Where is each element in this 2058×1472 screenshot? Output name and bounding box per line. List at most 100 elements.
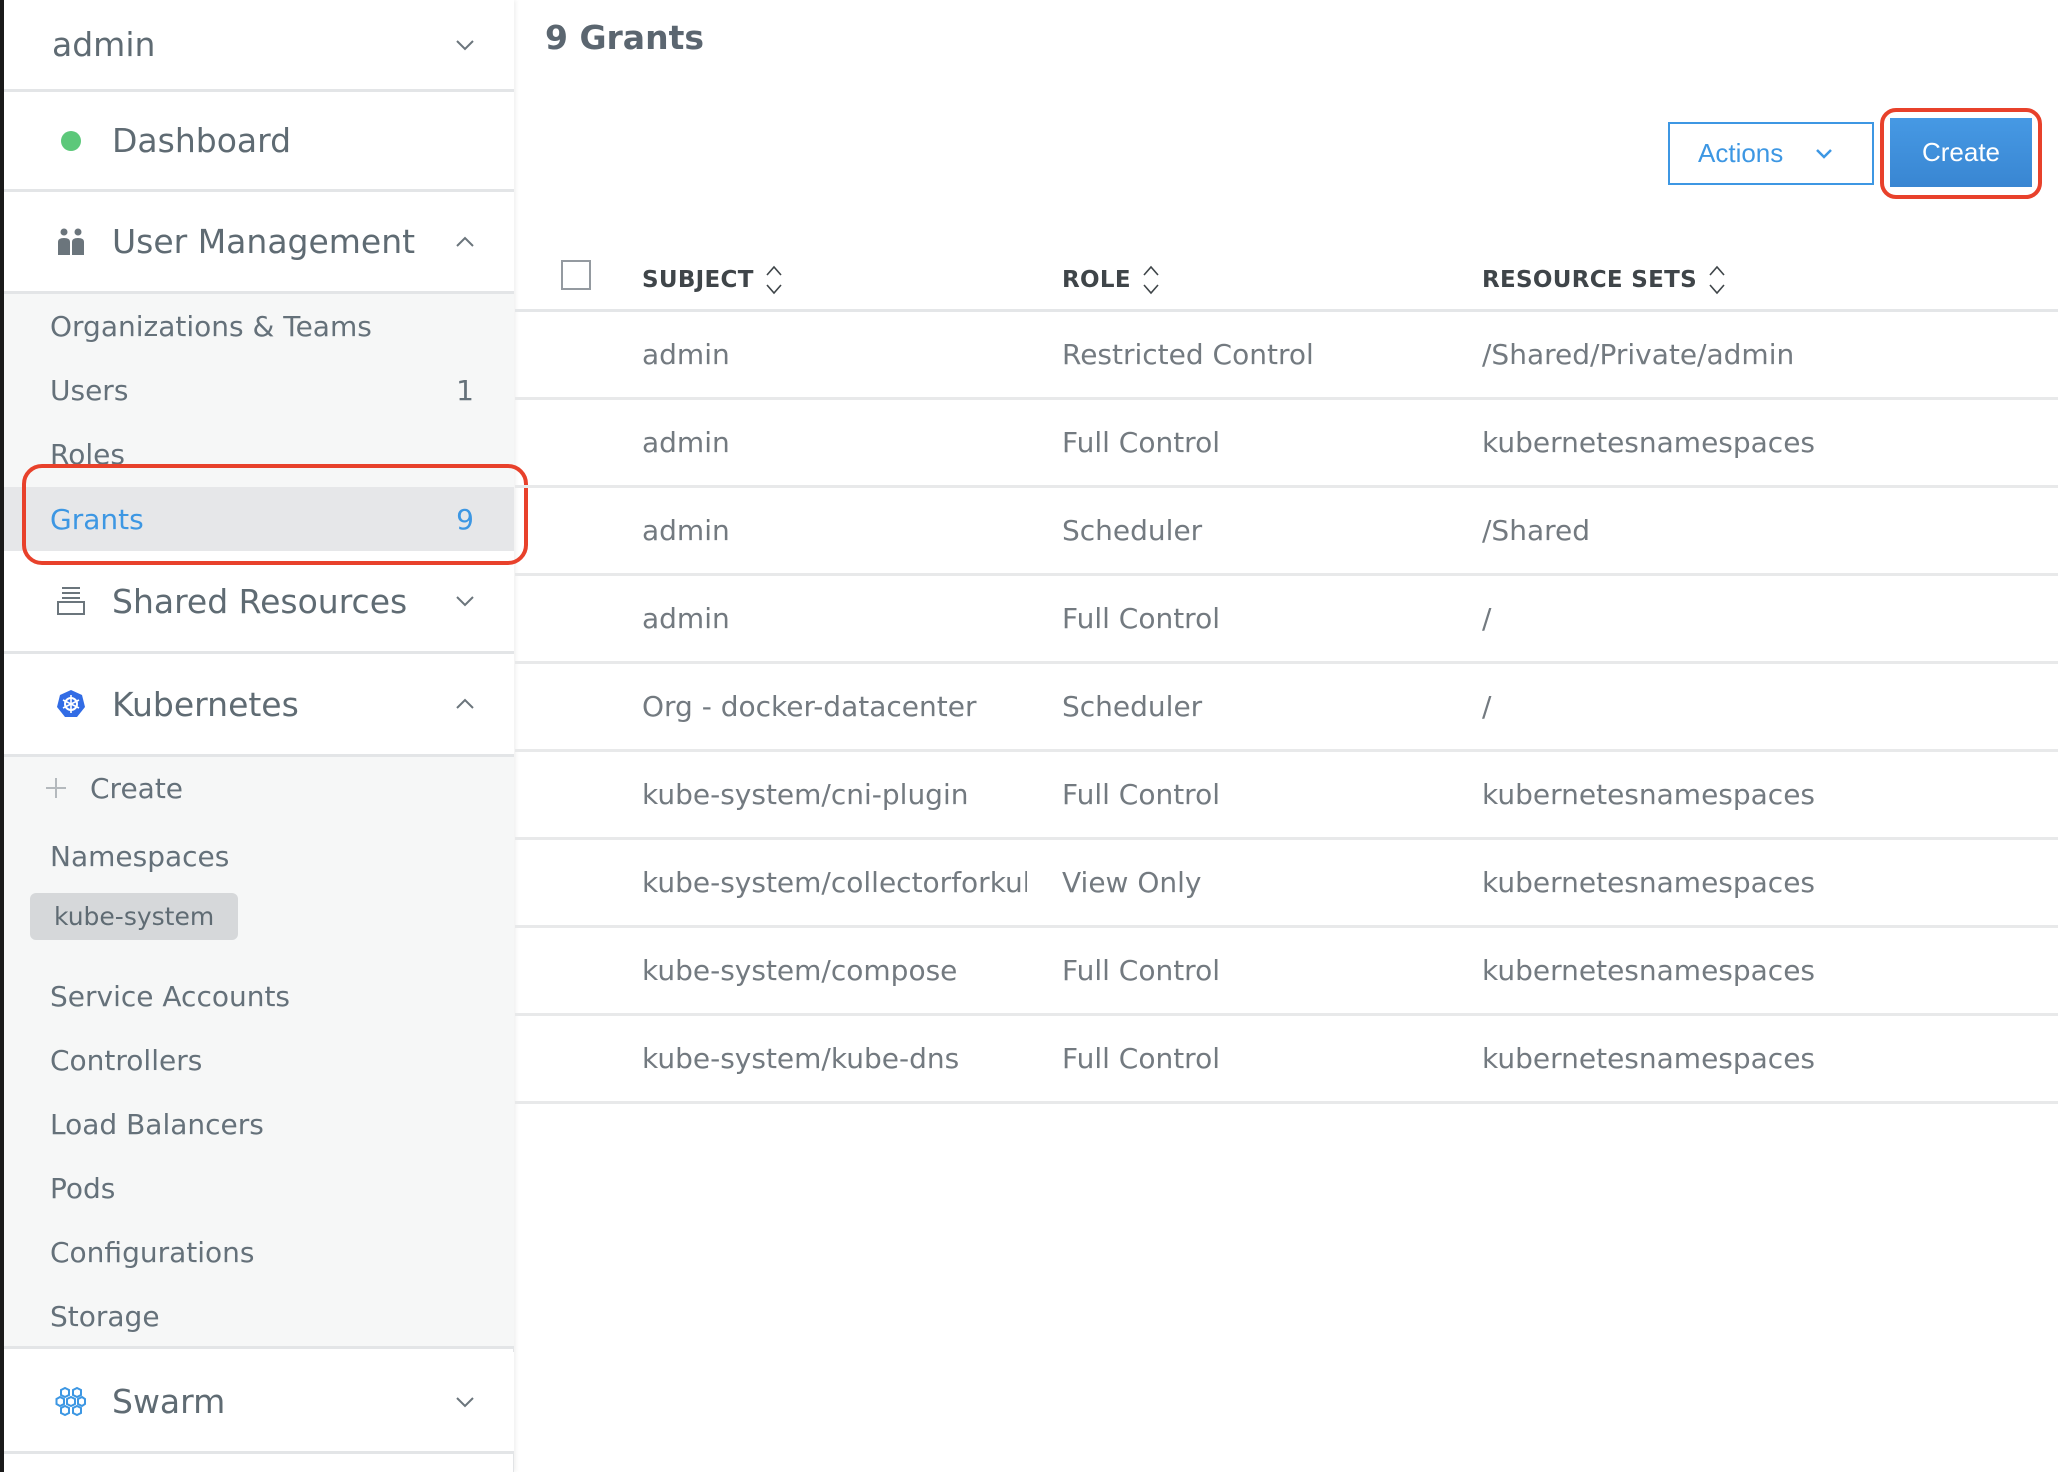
sort-icon bbox=[1709, 265, 1725, 295]
sidebar-item-storage[interactable]: Storage bbox=[4, 1284, 514, 1348]
column-label: ROLE bbox=[1062, 267, 1131, 293]
cell-role: View Only bbox=[1062, 866, 1202, 899]
cell-resource-set: kubernetesnamespaces bbox=[1482, 426, 1816, 459]
cell-subject: admin bbox=[642, 426, 730, 459]
table-row[interactable]: kube-system/cni-plugin Full Control kube… bbox=[515, 752, 2058, 840]
page-title: 9 Grants bbox=[545, 18, 704, 57]
column-label: RESOURCE SETS bbox=[1482, 267, 1697, 293]
actions-dropdown-button[interactable]: Actions bbox=[1668, 122, 1874, 185]
table-row[interactable]: admin Full Control kubernetesnamespaces bbox=[515, 400, 2058, 488]
shared-resources-icon bbox=[54, 584, 88, 618]
sidebar-item-configurations[interactable]: Configurations bbox=[4, 1220, 514, 1284]
sidebar-item-label: Dashboard bbox=[112, 121, 292, 160]
sidebar-item-label: Load Balancers bbox=[50, 1107, 264, 1141]
cell-resource-set: kubernetesnamespaces bbox=[1482, 954, 1816, 987]
create-label: Create bbox=[90, 771, 184, 805]
users-icon bbox=[54, 225, 88, 259]
cell-resource-set: / bbox=[1482, 690, 1492, 723]
cell-resource-set: / bbox=[1482, 602, 1492, 635]
swarm-icon bbox=[54, 1385, 88, 1419]
sidebar-item-service-accounts[interactable]: Service Accounts bbox=[4, 964, 514, 1028]
sidebar-item-label: Organizations & Teams bbox=[50, 309, 372, 343]
sidebar-item-label: Roles bbox=[50, 437, 125, 471]
sidebar-item-label: Storage bbox=[50, 1299, 160, 1333]
sidebar-item-organizations-teams[interactable]: Organizations & Teams bbox=[4, 294, 514, 358]
sidebar-section-kubernetes[interactable]: Kubernetes bbox=[4, 654, 514, 757]
cell-subject: kube-system/kube-dns bbox=[642, 1042, 960, 1075]
sidebar-section-label: Kubernetes bbox=[112, 684, 299, 724]
cell-resource-set: kubernetesnamespaces bbox=[1482, 1042, 1816, 1075]
sidebar-section-label: Shared Resources bbox=[112, 581, 408, 621]
user-menu[interactable]: admin bbox=[4, 0, 514, 92]
chevron-up-icon[interactable] bbox=[454, 693, 476, 715]
sidebar-section-label: Swarm bbox=[112, 1382, 226, 1421]
cell-subject: Org - docker-datacenter bbox=[642, 690, 977, 723]
actions-label: Actions bbox=[1698, 138, 1784, 168]
kubernetes-create-button[interactable]: Create bbox=[4, 756, 514, 820]
cell-subject: admin bbox=[642, 514, 730, 547]
sidebar-section-label: User Management bbox=[112, 222, 416, 261]
sidebar-item-namespaces[interactable]: Namespaces bbox=[4, 824, 514, 888]
grants-count: 9 bbox=[456, 502, 474, 536]
cell-role: Full Control bbox=[1062, 778, 1220, 811]
sort-icon bbox=[1143, 265, 1159, 295]
sidebar-item-label: Configurations bbox=[50, 1235, 255, 1269]
sidebar-item-users[interactable]: Users 1 bbox=[4, 358, 514, 422]
sidebar-item-label: Users bbox=[50, 373, 129, 407]
chevron-down-icon bbox=[1816, 149, 1832, 159]
cell-subject: kube-system/cni-plugin bbox=[642, 778, 969, 811]
chevron-up-icon[interactable] bbox=[454, 231, 476, 253]
cell-resource-set: kubernetesnamespaces bbox=[1482, 866, 1816, 899]
sidebar-item-label: Grants bbox=[50, 502, 144, 536]
table-row[interactable]: admin Restricted Control /Shared/Private… bbox=[515, 312, 2058, 400]
table-row[interactable]: Org - docker-datacenter Scheduler / bbox=[515, 664, 2058, 752]
sidebar-item-label: Controllers bbox=[50, 1043, 203, 1077]
sidebar-item-label: Service Accounts bbox=[50, 979, 291, 1013]
sidebar-item-load-balancers[interactable]: Load Balancers bbox=[4, 1092, 514, 1156]
cell-subject: admin bbox=[642, 338, 730, 371]
cell-subject: kube-system/collectorforkube bbox=[642, 866, 1027, 899]
plus-icon bbox=[46, 778, 66, 798]
chevron-down-icon[interactable] bbox=[454, 34, 476, 56]
sidebar-item-controllers[interactable]: Controllers bbox=[4, 1028, 514, 1092]
cell-subject: admin bbox=[642, 602, 730, 635]
users-count: 1 bbox=[456, 373, 474, 407]
sidebar-item-pods[interactable]: Pods bbox=[4, 1156, 514, 1220]
sidebar-item-grants[interactable]: Grants 9 bbox=[4, 487, 514, 551]
table-row[interactable]: kube-system/kube-dns Full Control kubern… bbox=[515, 1016, 2058, 1104]
cell-role: Full Control bbox=[1062, 954, 1220, 987]
cell-subject: kube-system/compose bbox=[642, 954, 958, 987]
status-dot-icon bbox=[54, 124, 88, 158]
user-name: admin bbox=[52, 25, 156, 64]
cell-resource-set: kubernetesnamespaces bbox=[1482, 778, 1816, 811]
column-header-resource-sets[interactable]: RESOURCE SETS bbox=[1482, 264, 1727, 296]
table-row[interactable]: kube-system/collectorforkube View Only k… bbox=[515, 840, 2058, 928]
table-header: SUBJECT ROLE RESOURCE SETS bbox=[515, 250, 2058, 312]
cell-role: Full Control bbox=[1062, 1042, 1220, 1075]
select-all-checkbox[interactable] bbox=[561, 260, 591, 290]
sidebar-item-dashboard[interactable]: Dashboard bbox=[4, 92, 514, 192]
sidebar-section-shared-resources[interactable]: Shared Resources bbox=[4, 551, 514, 654]
create-grant-button[interactable]: Create bbox=[1890, 118, 2032, 187]
sidebar-item-label: Namespaces bbox=[50, 839, 230, 873]
cell-role: Restricted Control bbox=[1062, 338, 1314, 371]
column-label: SUBJECT bbox=[642, 267, 754, 293]
cell-role: Scheduler bbox=[1062, 514, 1203, 547]
table-row[interactable]: admin Scheduler /Shared bbox=[515, 488, 2058, 576]
sidebar-section-user-management[interactable]: User Management bbox=[4, 192, 514, 294]
main-content: 9 Grants Actions Create SUBJECT ROLE RES… bbox=[515, 0, 2058, 1472]
cell-resource-set: /Shared bbox=[1482, 514, 1591, 547]
column-header-subject[interactable]: SUBJECT bbox=[642, 264, 784, 296]
sidebar-item-roles[interactable]: Roles bbox=[4, 422, 514, 486]
namespace-chip[interactable]: kube-system bbox=[30, 893, 239, 940]
chevron-down-icon[interactable] bbox=[454, 590, 476, 612]
sidebar-item-label: Pods bbox=[50, 1171, 116, 1205]
table-row[interactable]: admin Full Control / bbox=[515, 576, 2058, 664]
chevron-down-icon[interactable] bbox=[454, 1391, 476, 1413]
table-row[interactable]: kube-system/compose Full Control kuberne… bbox=[515, 928, 2058, 1016]
column-header-role[interactable]: ROLE bbox=[1062, 264, 1161, 296]
cell-role: Full Control bbox=[1062, 602, 1220, 635]
sidebar: admin Dashboard User Management Organiza… bbox=[0, 0, 528, 1472]
sort-icon bbox=[766, 265, 782, 295]
sidebar-section-swarm[interactable]: Swarm bbox=[4, 1352, 514, 1454]
